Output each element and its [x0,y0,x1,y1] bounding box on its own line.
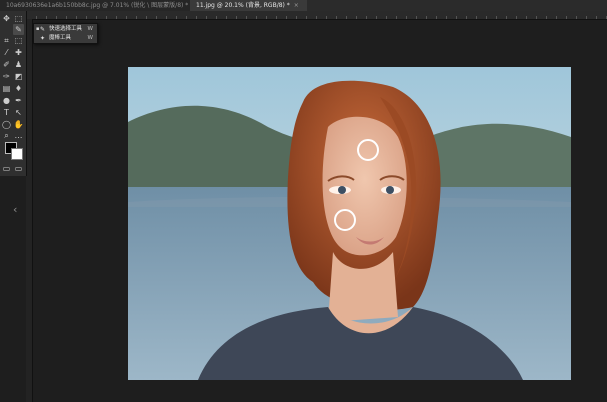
tab-label: 11.jpg @ 20.1% (背景, RGB/8) * [196,2,290,9]
frame-icon[interactable]: ⬚ [13,35,24,46]
pen-icon[interactable]: ✒ [13,95,24,106]
tool-flyout-menu: ▪ ✎ 快速选择工具 W ✦ 魔棒工具 W [33,23,98,44]
close-icon[interactable]: × [294,2,299,9]
document-tab-inactive[interactable]: 10a6930636e1a6b150bb8c.jpg @ 7.01% (锐化 \… [0,0,197,11]
horizontal-ruler [26,11,607,20]
more-icon[interactable]: … [13,130,24,141]
move-icon[interactable]: ✥ [1,13,12,24]
eraser-icon[interactable]: ◩ [13,71,24,82]
tools-panel: ✥ ⬚ ✎ ⌗ ⬚ ⁄ ✚ ✐ ♟ ✑ ◩ ▤ ♦ ● ✒ T ↖ ◯ ✋ ⌕ … [0,11,27,176]
dodge-icon[interactable]: ● [1,95,12,106]
history-brush-icon[interactable]: ✑ [1,71,12,82]
background-color-swatch[interactable] [11,148,23,160]
zoom-icon[interactable]: ⌕ [1,130,12,141]
menu-item-label: 魔棒工具 [49,35,72,41]
stamp-icon[interactable]: ♟ [13,59,24,70]
path-select-icon[interactable]: ↖ [13,107,24,118]
menu-item-quick-selection[interactable]: ▪ ✎ 快速选择工具 W [36,25,95,34]
hand-icon[interactable]: ✋ [13,119,24,130]
healing-icon[interactable]: ✚ [13,47,24,58]
gradient-icon[interactable]: ▤ [1,83,12,94]
tab-label: 10a6930636e1a6b150bb8c.jpg @ 7.01% (锐化 \… [6,2,189,9]
ellipse-icon[interactable]: ◯ [1,119,12,130]
eyedropper-icon[interactable]: ⁄ [1,47,12,58]
chevron-left-icon[interactable]: ‹ [13,203,17,216]
blur-icon[interactable]: ♦ [13,83,24,94]
document-tab-active[interactable]: 11.jpg @ 20.1% (背景, RGB/8) * × [190,0,307,11]
menu-item-magic-wand[interactable]: ✦ 魔棒工具 W [36,34,95,43]
marquee-icon[interactable]: ⬚ [13,13,24,24]
crop-icon[interactable]: ⌗ [1,35,12,46]
screen-mode-icon[interactable]: ▭ [13,163,24,174]
shortcut-label: W [87,26,93,32]
sample-point-marker[interactable] [357,139,379,161]
selected-marker: ▪ [36,26,40,32]
brush-icon[interactable]: ✐ [1,59,12,70]
quick-select-icon: ✎ [40,26,46,33]
sample-point-marker[interactable] [334,209,356,231]
shortcut-label: W [87,35,93,41]
vertical-ruler [26,19,33,402]
quick-mask-icon[interactable]: ▭ [1,163,12,174]
type-icon[interactable]: T [1,107,12,118]
quick-select-icon[interactable]: ✎ [13,24,24,35]
document-canvas[interactable] [128,67,571,380]
menu-item-label: 快速选择工具 [49,26,83,32]
magic-wand-icon: ✦ [40,35,46,42]
